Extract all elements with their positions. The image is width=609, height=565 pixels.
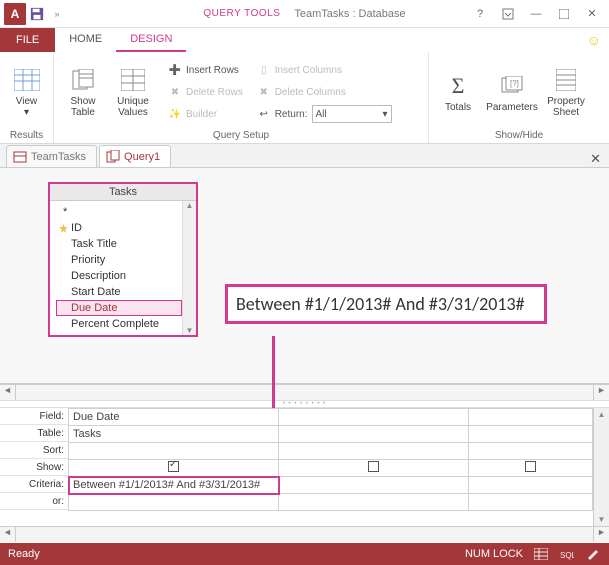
field-list-title: Tasks	[50, 184, 196, 201]
qat-more-icon[interactable]: »	[48, 5, 66, 23]
table-icon	[13, 150, 27, 164]
fieldlist-item-due-date[interactable]: Due Date	[56, 300, 182, 316]
fieldlist-star[interactable]: *	[56, 204, 182, 220]
tab-file[interactable]: FILE	[0, 28, 55, 52]
fieldlist-scrollbar[interactable]: ▲▼	[182, 201, 196, 335]
insert-columns-icon: ▯	[257, 63, 271, 77]
qbe-label-show: Show:	[0, 459, 68, 476]
field-list-tasks[interactable]: Tasks ▲▼ * ID Task Title Priority Descri…	[48, 182, 198, 337]
totals-button[interactable]: Σ Totals	[435, 72, 481, 113]
help-icon[interactable]: ?	[471, 5, 489, 23]
delete-rows-button[interactable]: ✖Delete Rows	[166, 82, 245, 102]
ribbon-collapse-icon[interactable]	[499, 5, 517, 23]
builder-button[interactable]: ✨Builder	[166, 104, 245, 124]
quick-access-toolbar: A »	[0, 3, 70, 25]
fieldlist-item-id[interactable]: ID	[56, 220, 182, 236]
unique-values-icon	[119, 66, 147, 94]
statusbar: Ready NUM LOCK SQL	[0, 543, 609, 565]
qbe-label-criteria: Criteria:	[0, 476, 68, 493]
pane-splitter[interactable]: • • • • • • • •	[0, 400, 609, 408]
minimize-button[interactable]: —	[527, 5, 545, 23]
group-label-querysetup: Query Setup	[54, 130, 428, 143]
builder-icon: ✨	[168, 107, 182, 121]
view-design-icon[interactable]	[585, 546, 601, 562]
database-title: TeamTasks : Database	[294, 8, 405, 20]
insert-rows-button[interactable]: ➕Insert Rows	[166, 60, 245, 80]
insert-columns-button[interactable]: ▯Insert Columns	[255, 60, 394, 80]
delete-columns-icon: ✖	[257, 85, 271, 99]
group-label-showhide: Show/Hide	[429, 130, 609, 143]
document-tabs: TeamTasks Query1 ✕	[0, 144, 609, 168]
show-checkbox-checked[interactable]	[168, 461, 179, 472]
tab-design[interactable]: DESIGN	[116, 28, 186, 52]
svg-text:SQL: SQL	[560, 551, 574, 560]
fieldlist-item-priority[interactable]: Priority	[56, 252, 182, 268]
status-ready: Ready	[8, 548, 40, 560]
qbe-criteria-cell[interactable]: Between #1/1/2013# And #3/31/2013#	[69, 477, 279, 494]
qbe-hscroll[interactable]: ◄►	[0, 526, 609, 542]
titlebar: A » QUERY TOOLS TeamTasks : Database ? —…	[0, 0, 609, 28]
return-select[interactable]: All▾	[312, 105, 392, 123]
design-canvas[interactable]: Tasks ▲▼ * ID Task Title Priority Descri…	[0, 168, 609, 384]
status-numlock: NUM LOCK	[465, 548, 523, 560]
qbe-field-cell[interactable]: Due Date	[69, 409, 279, 426]
app-icon[interactable]: A	[4, 3, 26, 25]
return-icon: ↩	[257, 107, 271, 121]
contextual-tab-label: QUERY TOOLS	[203, 8, 280, 19]
delete-columns-button[interactable]: ✖Delete Columns	[255, 82, 394, 102]
sigma-icon: Σ	[444, 72, 472, 100]
save-icon[interactable]	[28, 5, 46, 23]
canvas-hscroll[interactable]: ◄►	[0, 384, 609, 400]
close-button[interactable]: ✕	[583, 5, 601, 23]
view-datasheet-icon[interactable]	[533, 546, 549, 562]
show-checkbox[interactable]	[525, 461, 536, 472]
property-sheet-button[interactable]: Property Sheet	[543, 66, 589, 118]
show-table-icon	[69, 66, 97, 94]
datasheet-icon	[13, 66, 41, 94]
group-label-results: Results	[0, 130, 53, 143]
return-label: Return:	[275, 109, 308, 120]
qbe-show-cell-2[interactable]	[279, 460, 469, 477]
qbe-sort-cell[interactable]	[69, 443, 279, 460]
criteria-callout: Between #1/1/2013# And #3/31/2013#	[225, 284, 547, 324]
qbe-show-cell-1[interactable]	[69, 460, 279, 477]
fieldlist-item-task-title[interactable]: Task Title	[56, 236, 182, 252]
qbe-row-labels: Field: Table: Sort: Show: Criteria: or:	[0, 408, 68, 526]
unique-values-button[interactable]: Unique Values	[110, 66, 156, 118]
doctab-query1[interactable]: Query1	[99, 145, 171, 167]
delete-rows-icon: ✖	[168, 85, 182, 99]
fieldlist-item-percent-complete[interactable]: Percent Complete	[56, 316, 182, 332]
show-checkbox[interactable]	[368, 461, 379, 472]
parameters-icon: [?]	[498, 72, 526, 100]
qbe-or-cell[interactable]	[69, 494, 279, 511]
qbe-label-table: Table:	[0, 425, 68, 442]
svg-text:[?]: [?]	[510, 79, 519, 88]
tab-home[interactable]: HOME	[55, 28, 116, 52]
parameters-button[interactable]: [?] Parameters	[489, 72, 535, 113]
doctab-teamtasks[interactable]: TeamTasks	[6, 145, 97, 167]
qbe-grid: Field: Table: Sort: Show: Criteria: or: …	[0, 408, 609, 526]
property-sheet-icon	[552, 66, 580, 94]
ribbon: View▾ Results Show Table Unique Values ➕…	[0, 52, 609, 144]
view-button[interactable]: View▾	[6, 66, 47, 118]
ribbon-tabs: FILE HOME DESIGN ☺	[0, 28, 609, 52]
maximize-button[interactable]	[555, 5, 573, 23]
show-table-button[interactable]: Show Table	[60, 66, 106, 118]
qbe-label-sort: Sort:	[0, 442, 68, 459]
qbe-vscroll[interactable]: ▲▼	[593, 408, 609, 526]
qbe-table-cell[interactable]: Tasks	[69, 426, 279, 443]
fieldlist-item-start-date[interactable]: Start Date	[56, 284, 182, 300]
feedback-smiley-icon[interactable]: ☺	[587, 28, 601, 52]
fieldlist-item-description[interactable]: Description	[56, 268, 182, 284]
insert-rows-icon: ➕	[168, 63, 182, 77]
qbe-label-or: or:	[0, 493, 68, 510]
view-sql-icon[interactable]: SQL	[559, 546, 575, 562]
qbe-label-field: Field:	[0, 408, 68, 425]
return-row: ↩ Return: All▾	[255, 104, 394, 124]
query-icon	[106, 150, 120, 164]
doctab-close-icon[interactable]: ✕	[590, 151, 609, 167]
